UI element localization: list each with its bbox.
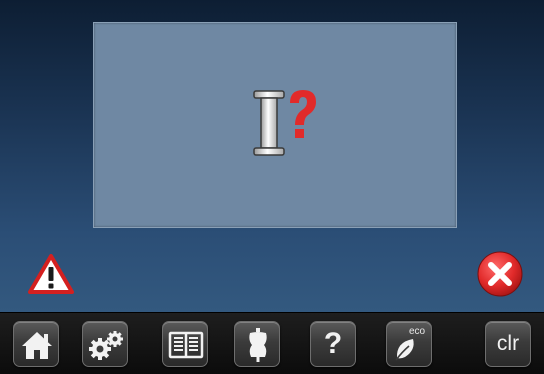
machine-screen: ? eco clr	[0, 0, 544, 374]
settings-button[interactable]	[82, 321, 128, 367]
settings-gears-icon	[89, 331, 123, 360]
close-button[interactable]	[476, 250, 524, 298]
main-area	[0, 0, 544, 312]
tutorial-book-icon	[168, 331, 204, 359]
bottom-toolbar: ? eco clr	[0, 312, 544, 374]
warning-triangle-icon	[28, 254, 74, 294]
close-x-icon	[477, 251, 523, 297]
message-panel	[93, 22, 457, 228]
clear-button[interactable]: clr	[485, 321, 531, 367]
clear-label: clr	[496, 332, 520, 355]
thread-spool-question-icon	[253, 90, 316, 156]
eco-leaf-icon	[395, 339, 414, 361]
dress-form-icon	[249, 328, 267, 362]
help-icon: ?	[323, 327, 343, 360]
home-icon	[22, 332, 52, 359]
eco-button[interactable]: eco	[386, 321, 432, 367]
creative-consultant-button[interactable]	[234, 321, 280, 367]
tutorial-button[interactable]	[162, 321, 208, 367]
home-button[interactable]	[13, 321, 59, 367]
help-button[interactable]: ?	[310, 321, 356, 367]
